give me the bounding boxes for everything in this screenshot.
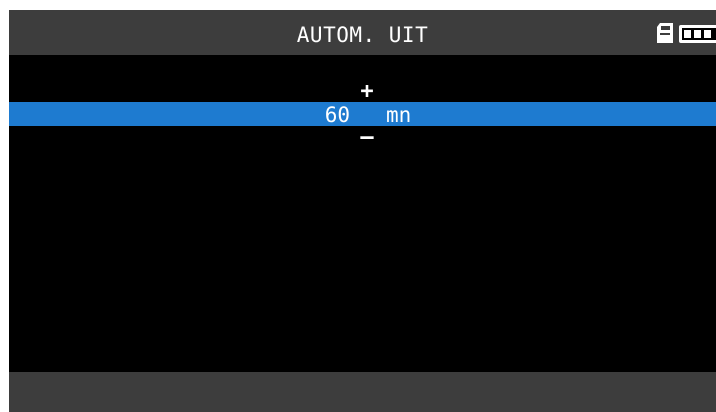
timeout-unit: mn <box>386 103 412 127</box>
timeout-value: 60 <box>324 103 350 127</box>
increment-button[interactable]: + <box>352 80 382 104</box>
battery-icon <box>679 25 716 43</box>
footer-bar <box>9 372 716 412</box>
screen-title: AUTOM. UIT <box>296 23 429 47</box>
decrement-button[interactable]: – <box>352 127 382 149</box>
title-bar: AUTOM. UIT <box>9 10 716 55</box>
sd-card-icon <box>657 23 673 43</box>
value-selector[interactable] <box>9 102 716 126</box>
device-screen: AUTOM. UIT + 60 mn – <box>9 10 716 412</box>
